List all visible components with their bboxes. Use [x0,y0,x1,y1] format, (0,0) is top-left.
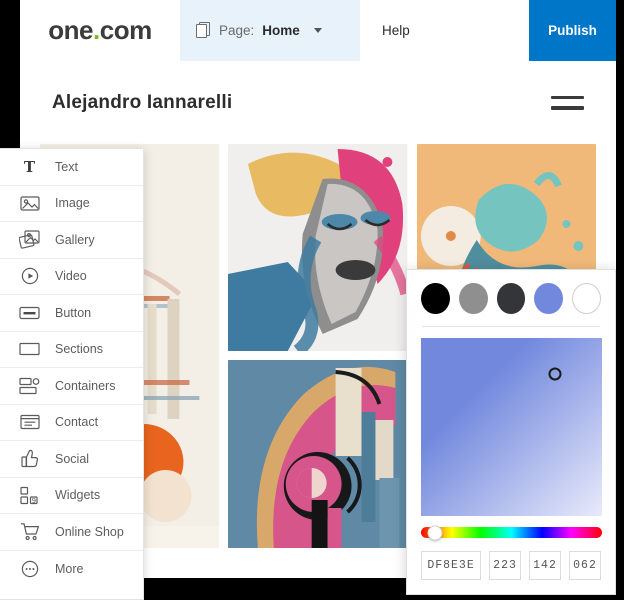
logo-dot: . [93,15,100,45]
palette-item-text[interactable]: T Text [0,149,143,186]
hue-slider-handle[interactable] [427,525,443,540]
saturation-gradient [421,338,602,516]
palette-label: Gallery [55,232,95,247]
gallery-column-2 [228,144,408,548]
divider [422,326,600,327]
hamburger-menu-icon[interactable] [551,95,584,110]
palette-item-video[interactable]: Video [0,259,143,295]
widgets-icon: 9 [18,484,41,507]
palette-item-widgets[interactable]: 9 Widgets [0,478,143,514]
palette-item-social[interactable]: Social [0,441,143,478]
saturation-value-area[interactable] [421,338,602,516]
palette-label: Contact [55,415,99,430]
gallery-icon [18,228,41,251]
svg-text:T: T [24,158,36,175]
color-swatch-row [421,283,601,314]
blue-input[interactable]: 062 [569,551,601,580]
green-input[interactable]: 142 [529,551,562,580]
image-icon [18,192,41,215]
palette-item-sections[interactable]: Sections [0,332,143,368]
palette-label: Online Shop [55,524,124,539]
palette-item-image[interactable]: Image [0,186,143,222]
palette-label: More [55,561,84,576]
hue-slider[interactable] [421,525,602,540]
palette-item-more[interactable]: More [0,551,143,588]
logo-text-com: com [99,15,152,45]
palette-label: Containers [55,378,116,393]
color-picker-panel: DF8E3E 223 142 062 [406,269,616,595]
palette-label: Text [55,159,78,174]
swatch-dark-gray[interactable] [496,283,526,314]
app-root: one. com Page: Home Help Publish Alejandr… [0,0,624,600]
button-icon [18,301,41,324]
swatch-gray[interactable] [458,283,488,314]
contact-icon [18,411,41,434]
shopping-cart-icon [18,520,41,543]
text-icon: T [18,155,41,178]
palette-item-online-shop[interactable]: Online Shop [0,514,143,551]
red-input[interactable]: 223 [489,551,522,580]
containers-icon [18,374,41,397]
hex-input[interactable]: DF8E3E [421,551,482,580]
help-button[interactable]: Help [360,0,529,61]
editor-toolbar: one. com Page: Home Help Publish [20,0,616,61]
video-icon [18,265,41,288]
color-cursor-handle[interactable] [548,367,562,381]
palette-label: Sections [55,342,103,357]
logo-text-one: one [48,15,94,45]
pink-circles-abstract-artwork[interactable] [228,360,408,548]
page-title: Alejandro Iannarelli [52,91,233,113]
publish-button[interactable]: Publish [529,0,616,61]
palette-label: Social [55,451,90,466]
palette-item-contact[interactable]: Contact [0,405,143,441]
swatch-periwinkle[interactable] [534,283,564,314]
colorful-portrait-artwork[interactable] [228,144,408,351]
help-label: Help [382,23,410,38]
site-header: Alejandro Iannarelli [20,61,616,144]
thumbs-up-icon [18,447,41,470]
page-value: Home [262,23,300,38]
page-selector[interactable]: Page: Home [180,0,360,61]
publish-label: Publish [548,23,597,38]
palette-label: Widgets [55,488,101,503]
svg-text:9: 9 [32,497,36,505]
pages-icon [196,22,211,39]
sections-icon [18,338,41,361]
chevron-down-icon [313,28,322,33]
swatch-black[interactable] [421,283,450,314]
palette-item-button[interactable]: Button [0,295,143,332]
palette-item-containers[interactable]: Containers [0,368,143,405]
page-label: Page: [219,23,255,38]
palette-label: Video [55,269,87,284]
element-palette: T Text Image Gallery Video Button Sectio… [0,148,144,600]
more-ellipsis-icon [18,557,41,580]
onecom-logo[interactable]: one. com [20,0,180,61]
desktop-right-edge [616,0,624,600]
color-value-fields: DF8E3E 223 142 062 [421,551,601,580]
palette-item-gallery[interactable]: Gallery [0,222,143,259]
palette-label: Image [55,196,90,211]
hue-gradient-bar [421,527,602,538]
swatch-white[interactable] [572,283,601,314]
palette-label: Button [55,305,92,320]
